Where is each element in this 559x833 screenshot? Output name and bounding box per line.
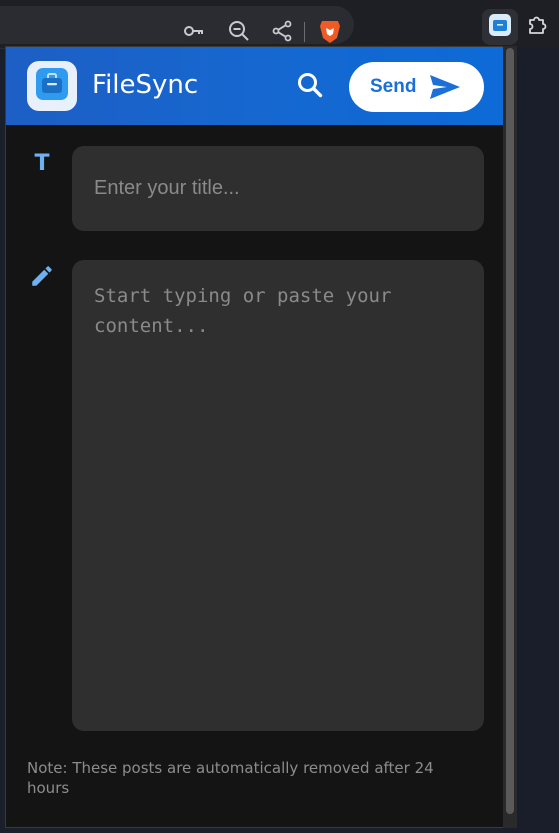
toolbar-divider bbox=[304, 22, 305, 42]
filesync-popup: FileSync Send T Note: These posts are au… bbox=[5, 46, 505, 828]
scrollbar-thumb[interactable] bbox=[506, 48, 514, 814]
send-button[interactable]: Send bbox=[349, 62, 484, 112]
share-icon[interactable] bbox=[270, 19, 294, 43]
search-button[interactable] bbox=[294, 71, 326, 103]
popup-scrollbar[interactable] bbox=[503, 46, 517, 828]
send-button-label: Send bbox=[370, 76, 417, 97]
filesync-extension-button[interactable] bbox=[482, 9, 518, 45]
search-icon bbox=[296, 71, 324, 103]
popup-header: FileSync Send bbox=[6, 47, 504, 125]
title-icon: T bbox=[34, 150, 50, 176]
send-icon bbox=[428, 73, 462, 101]
filesync-logo-icon bbox=[35, 67, 69, 105]
content-textarea[interactable] bbox=[72, 260, 484, 731]
extensions-menu-button[interactable] bbox=[524, 12, 552, 40]
key-icon[interactable] bbox=[182, 19, 206, 43]
auto-removal-note: Note: These posts are automatically remo… bbox=[27, 759, 434, 797]
pencil-icon bbox=[27, 261, 57, 291]
app-logo bbox=[27, 61, 77, 111]
puzzle-icon bbox=[526, 12, 550, 40]
browser-toolbar bbox=[0, 0, 559, 49]
brave-shield-icon[interactable] bbox=[318, 19, 342, 43]
zoom-out-icon[interactable] bbox=[227, 19, 251, 43]
title-input[interactable] bbox=[72, 146, 484, 231]
extension-icon bbox=[489, 14, 511, 40]
app-title: FileSync bbox=[92, 70, 199, 100]
address-bar[interactable] bbox=[0, 6, 354, 44]
